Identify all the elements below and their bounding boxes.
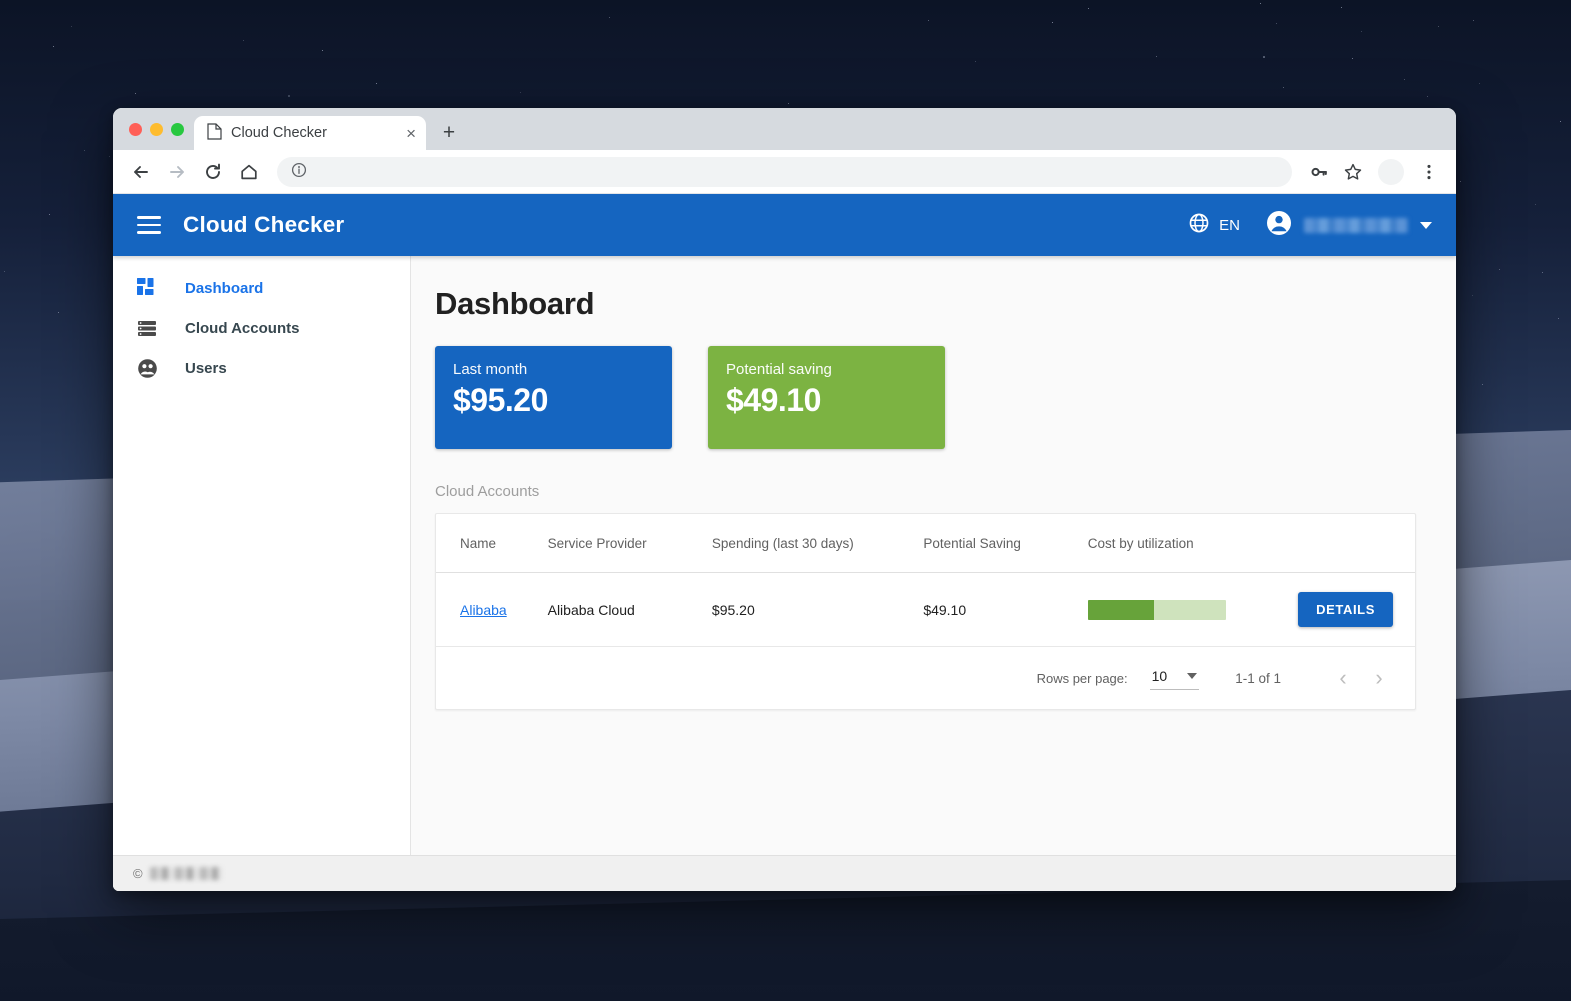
key-icon[interactable] (1304, 157, 1334, 187)
column-header-spending: Spending (last 30 days) (711, 514, 924, 573)
maximize-window-button[interactable] (171, 122, 184, 136)
rows-per-page-label: Rows per page: (1036, 670, 1128, 686)
home-icon[interactable] (233, 156, 265, 188)
cloud-accounts-table: Name Service Provider Spending (last 30 … (436, 514, 1415, 647)
cell-service-provider: Alibaba Cloud (547, 572, 712, 647)
rows-per-page-value: 10 (1151, 668, 1168, 684)
section-label-cloud-accounts: Cloud Accounts (435, 483, 540, 500)
app-header: Cloud Checker EN (113, 194, 1456, 256)
sidebar-item-users[interactable]: Users (113, 348, 410, 388)
kpi-card-value: $49.10 (726, 382, 821, 418)
application: Cloud Checker EN Dashboard Cloud Account… (113, 194, 1456, 891)
language-label: EN (1219, 216, 1240, 234)
kebab-menu-icon[interactable] (1414, 157, 1444, 187)
table-header: Name Service Provider Spending (last 30 … (436, 514, 1415, 573)
sidebar-item-cloud-accounts[interactable]: Cloud Accounts (113, 308, 410, 348)
dashboard-grid-icon (137, 278, 185, 298)
hamburger-menu-icon[interactable] (137, 216, 161, 234)
table-row: Alibaba Alibaba Cloud $95.20 $49.10 DETA… (436, 572, 1415, 647)
cell-cost-by-utilization (1087, 572, 1299, 647)
desktop-background: Cloud Checker × + Cloud Checker EN Dashb… (0, 0, 1571, 1001)
cell-name: Alibaba (436, 572, 548, 647)
browser-window: Cloud Checker × + Cloud Checker EN Dashb… (113, 108, 1456, 891)
new-tab-button[interactable]: + (432, 116, 466, 150)
kpi-card-last-month: Last month $95.20 (435, 346, 672, 449)
cloud-accounts-table-card: Name Service Provider Spending (last 30 … (435, 513, 1416, 710)
details-button[interactable]: DETAILS (1298, 592, 1393, 627)
app-body: Dashboard Cloud Accounts Users Dashboard… (113, 256, 1456, 855)
utilization-progress-fill (1087, 599, 1155, 620)
table-body: Alibaba Alibaba Cloud $95.20 $49.10 DETA… (436, 572, 1415, 647)
table-header-row: Name Service Provider Spending (last 30 … (436, 514, 1415, 573)
column-header-actions (1298, 514, 1415, 573)
column-header-service-provider: Service Provider (547, 514, 712, 573)
rows-per-page-select[interactable]: 10 (1149, 666, 1200, 690)
forward-arrow-icon[interactable] (161, 156, 193, 188)
close-tab-icon[interactable]: × (406, 125, 416, 142)
browser-tab-title: Cloud Checker (231, 125, 327, 141)
caret-down-icon[interactable] (1420, 221, 1432, 229)
back-arrow-icon[interactable] (125, 156, 157, 188)
group-circle-icon (137, 358, 185, 379)
copyright-symbol: © (133, 866, 143, 881)
storage-list-icon (137, 318, 185, 338)
chevron-down-icon (1187, 673, 1198, 679)
account-link-alibaba[interactable]: Alibaba (460, 602, 507, 618)
user-name-redacted (1304, 217, 1408, 233)
page-file-icon (207, 122, 222, 144)
kpi-card-value: $95.20 (453, 382, 548, 418)
page-title: Dashboard (435, 286, 595, 321)
column-header-name: Name (436, 514, 548, 573)
browser-tab-strip: Cloud Checker × + (113, 108, 1456, 150)
copyright-text-redacted (149, 867, 222, 880)
browser-toolbar (113, 150, 1456, 194)
sidebar-item-label: Cloud Accounts (185, 319, 300, 337)
kpi-card-potential-saving: Potential saving $49.10 (708, 346, 945, 449)
chevron-left-icon[interactable]: ‹ (1325, 660, 1361, 696)
table-pagination: Rows per page: 10 1-1 of 1 ‹ › (436, 647, 1415, 709)
kpi-card-label: Last month (453, 361, 528, 378)
chevron-right-icon[interactable]: › (1361, 660, 1397, 696)
main-content: Dashboard Last month $95.20 Potential sa… (411, 256, 1456, 855)
address-bar[interactable] (277, 156, 1292, 187)
account-circle-icon (1266, 210, 1292, 241)
column-header-potential-saving: Potential Saving (923, 514, 1088, 573)
cell-potential-saving: $49.10 (923, 572, 1088, 647)
profile-avatar[interactable] (1378, 158, 1404, 185)
utilization-progress-bar (1087, 599, 1226, 620)
reload-icon[interactable] (197, 156, 229, 188)
sidebar-item-label: Dashboard (185, 279, 264, 297)
app-footer: © (113, 855, 1456, 891)
column-header-cost-by-utilization: Cost by utilization (1087, 514, 1299, 573)
app-title: Cloud Checker (183, 212, 345, 237)
info-circle-icon[interactable] (291, 162, 307, 181)
minimize-window-button[interactable] (150, 122, 163, 136)
kpi-card-label: Potential saving (726, 361, 832, 378)
sidebar-item-label: Users (185, 359, 227, 377)
app-header-actions: EN (1188, 210, 1432, 241)
language-switcher[interactable]: EN (1188, 212, 1240, 238)
user-menu[interactable] (1266, 210, 1432, 241)
cell-spending: $95.20 (711, 572, 924, 647)
cell-actions: DETAILS (1298, 572, 1415, 647)
kpi-card-group: Last month $95.20 Potential saving $49.1… (435, 346, 1416, 449)
star-icon[interactable] (1338, 157, 1368, 187)
browser-tab[interactable]: Cloud Checker × (194, 116, 426, 150)
globe-icon (1188, 212, 1210, 238)
sidebar: Dashboard Cloud Accounts Users (113, 256, 411, 855)
window-controls (125, 108, 194, 150)
pagination-range-label: 1-1 of 1 (1235, 670, 1281, 686)
close-window-button[interactable] (129, 122, 142, 136)
sidebar-item-dashboard[interactable]: Dashboard (113, 268, 410, 308)
